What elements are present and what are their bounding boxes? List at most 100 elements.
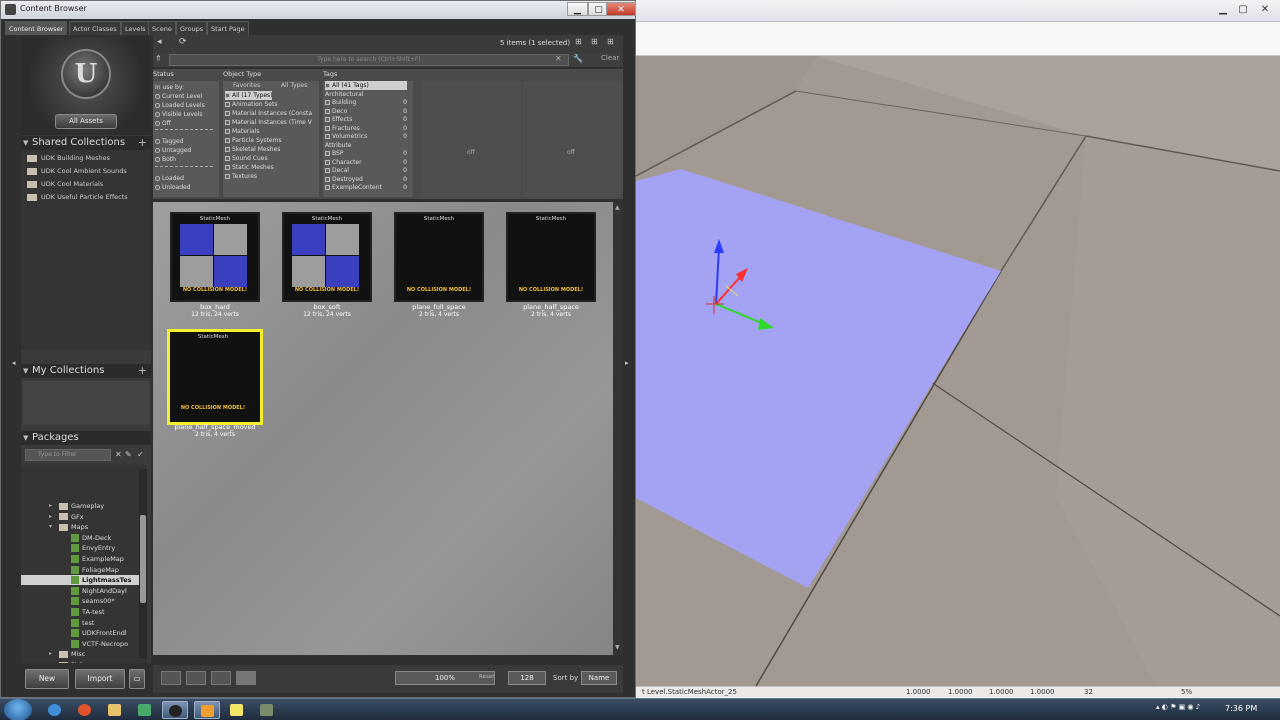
status-option[interactable]: Untagged bbox=[155, 146, 191, 155]
tab-content-browser[interactable]: Content Browser bbox=[5, 21, 68, 35]
asset-thumbnail[interactable]: StaticMesh NO COLLISION MODEL! plane_full_… bbox=[394, 212, 484, 318]
tab-scene[interactable]: Scene bbox=[148, 21, 176, 35]
package-folder-item[interactable]: ▸ Misc bbox=[49, 649, 85, 659]
view-mode-grid[interactable] bbox=[236, 671, 256, 685]
edit-icon[interactable]: ✎ bbox=[125, 450, 132, 459]
tab-groups[interactable]: Groups bbox=[176, 21, 208, 35]
collapse-icon[interactable]: ▼ bbox=[23, 431, 28, 445]
status-option[interactable]: Tagged bbox=[155, 137, 183, 146]
package-map-item[interactable]: TA-test bbox=[71, 607, 105, 617]
new-button[interactable]: New bbox=[25, 669, 69, 689]
search-options-icon[interactable]: 🔧 bbox=[573, 54, 583, 63]
package-folder-item[interactable]: ▾ Maps bbox=[49, 522, 88, 532]
close-button[interactable]: ✕ bbox=[606, 2, 636, 16]
expand-icon[interactable]: ▾ bbox=[49, 522, 52, 532]
clear-button[interactable]: Clear bbox=[601, 54, 619, 62]
radio-icon[interactable] bbox=[155, 121, 160, 126]
checkbox-icon[interactable] bbox=[225, 111, 230, 116]
reset-zoom[interactable]: Reset bbox=[479, 674, 494, 680]
search-clear-icon[interactable]: ✕ bbox=[555, 54, 562, 63]
asset-thumbnail[interactable]: StaticMesh NO COLLISION MODEL! box_soft 12 … bbox=[282, 212, 372, 318]
object-type-option[interactable]: Materials bbox=[225, 127, 260, 136]
checkbox-icon[interactable] bbox=[325, 108, 330, 114]
asset-preview[interactable]: StaticMesh NO COLLISION MODEL! bbox=[170, 212, 260, 302]
collapse-filter-icon[interactable]: ⇑ bbox=[155, 54, 162, 63]
udk-app-icon[interactable] bbox=[162, 701, 188, 719]
radio-icon[interactable] bbox=[155, 112, 160, 117]
checkbox-icon[interactable] bbox=[225, 147, 230, 152]
checkbox-icon[interactable] bbox=[325, 134, 330, 139]
checkbox-icon[interactable] bbox=[325, 185, 330, 190]
scene-render[interactable] bbox=[636, 56, 1280, 686]
radio-icon[interactable] bbox=[155, 94, 160, 99]
package-folder-item[interactable]: ▸ Gameplay bbox=[49, 501, 104, 511]
checkbox-icon[interactable] bbox=[225, 138, 230, 143]
radio-icon[interactable] bbox=[155, 176, 160, 181]
radio-icon[interactable] bbox=[155, 139, 160, 144]
object-type-option[interactable]: Material Instances (Time V bbox=[225, 118, 312, 127]
checkbox-icon[interactable] bbox=[325, 83, 330, 88]
radio-icon[interactable] bbox=[155, 103, 160, 108]
package-map-item[interactable]: FoliageMap bbox=[71, 565, 119, 575]
object-type-option[interactable]: Skeletal Meshes bbox=[225, 145, 280, 154]
checkbox-icon[interactable] bbox=[325, 100, 330, 105]
package-filter-input[interactable]: Type to Filter bbox=[25, 449, 111, 461]
collection-item[interactable]: UDK Building Meshes bbox=[27, 152, 110, 164]
back-icon[interactable]: ◂ bbox=[157, 37, 162, 47]
asset-thumbnail[interactable]: StaticMesh NO COLLISION MODEL! plane_half_… bbox=[167, 329, 263, 438]
status-option[interactable]: Off bbox=[155, 119, 171, 128]
package-map-item[interactable]: LightmassTes bbox=[21, 575, 147, 586]
object-type-option[interactable]: All (17 Types) bbox=[225, 91, 273, 100]
package-map-item[interactable]: NightAndDayl bbox=[71, 586, 127, 596]
view-mode-list[interactable] bbox=[161, 671, 181, 685]
checkbox-icon[interactable] bbox=[325, 117, 330, 122]
tab-all-types[interactable]: All Types bbox=[281, 81, 307, 90]
checkbox-icon[interactable] bbox=[225, 156, 230, 161]
package-folder-item[interactable]: ▸ GFx bbox=[49, 512, 84, 522]
package-map-item[interactable]: ExampleMap bbox=[71, 554, 124, 564]
collapse-icon[interactable]: ▼ bbox=[23, 136, 28, 150]
app-icon[interactable] bbox=[132, 701, 158, 719]
editor-viewport[interactable]: ▁ ▢ ✕ bbox=[636, 0, 1280, 698]
collapse-icon[interactable]: ▼ bbox=[23, 364, 28, 378]
expand-icon[interactable]: ▸ bbox=[49, 649, 52, 659]
radio-icon[interactable] bbox=[155, 157, 160, 162]
explorer-app-icon[interactable] bbox=[102, 701, 128, 719]
system-tray-icons[interactable]: ▴ ◐ ⚑ ▣ ◉ ♪ bbox=[1156, 703, 1200, 711]
object-type-option[interactable]: Animation Sets bbox=[225, 100, 277, 109]
object-type-option[interactable]: Static Meshes bbox=[225, 163, 274, 172]
minimize-icon[interactable]: ▁ bbox=[1214, 2, 1232, 17]
collection-item[interactable]: UDK Useful Particle Effects bbox=[27, 191, 128, 203]
object-type-option[interactable]: Particle Systems bbox=[225, 136, 282, 145]
package-scrollbar[interactable] bbox=[139, 469, 147, 659]
start-button[interactable] bbox=[4, 699, 32, 720]
checkbox-icon[interactable] bbox=[225, 120, 230, 125]
all-assets-button[interactable]: All Assets bbox=[55, 114, 117, 129]
app-icon[interactable] bbox=[254, 701, 280, 719]
collection-item[interactable]: UDK Cool Ambient Sounds bbox=[27, 165, 127, 177]
minimize-button[interactable]: ▁ bbox=[567, 2, 588, 16]
tag-option[interactable]: ExampleContent 0 bbox=[325, 183, 407, 192]
expand-icon[interactable]: ▸ bbox=[49, 501, 52, 511]
toolbar-icon[interactable]: ⊞ bbox=[607, 37, 614, 46]
tab-favorites[interactable]: Favorites bbox=[233, 81, 260, 90]
package-map-item[interactable]: test bbox=[71, 618, 94, 628]
packages-header[interactable]: ▼ Packages bbox=[21, 431, 151, 445]
radio-icon[interactable] bbox=[155, 148, 160, 153]
thumbnail-size-select[interactable]: 128 bbox=[508, 671, 546, 685]
toolbar-icon[interactable]: ⊞ bbox=[575, 37, 582, 46]
close-icon[interactable]: ✕ bbox=[1256, 2, 1274, 17]
maximize-icon[interactable]: ▢ bbox=[1234, 2, 1252, 17]
asset-grid[interactable]: StaticMesh NO COLLISION MODEL! box_hard 12 … bbox=[153, 202, 613, 655]
status-option[interactable]: Loaded Levels bbox=[155, 101, 205, 110]
asset-thumbnail[interactable]: StaticMesh NO COLLISION MODEL! box_hard 12 … bbox=[170, 212, 260, 318]
asset-preview[interactable]: StaticMesh NO COLLISION MODEL! bbox=[282, 212, 372, 302]
tab-levels[interactable]: Levels bbox=[121, 21, 150, 35]
asset-preview[interactable]: StaticMesh NO COLLISION MODEL! bbox=[394, 212, 484, 302]
checkbox-icon[interactable] bbox=[225, 174, 230, 179]
folder-icon[interactable]: ▭ bbox=[129, 669, 145, 689]
asset-preview[interactable]: StaticMesh NO COLLISION MODEL! bbox=[506, 212, 596, 302]
checkbox-icon[interactable] bbox=[325, 125, 330, 131]
tab-actor-classes[interactable]: Actor Classes bbox=[69, 21, 121, 35]
package-map-item[interactable]: seams00* bbox=[71, 596, 115, 606]
